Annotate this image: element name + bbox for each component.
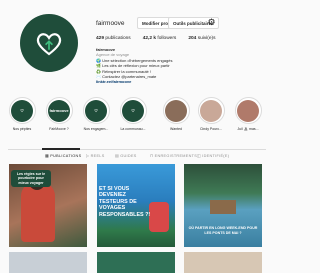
highlight-item[interactable]: fairmoove FairMoove ?	[42, 97, 76, 131]
post-caption: Les règles sur le pourboire pour mieux v…	[11, 170, 51, 188]
highlight-item[interactable]: ♡ Nos engagem...	[79, 97, 113, 131]
profile-bio: fairmoove Agence de voyage 🌍 Une sélecti…	[96, 47, 236, 85]
photo-thumbnail	[237, 99, 259, 122]
heart-icon: ♡	[85, 99, 107, 122]
post-tile[interactable]	[184, 252, 262, 273]
bio-link[interactable]: linktr.ee/fairmoove	[96, 79, 236, 84]
profile-username: fairmoove	[96, 20, 125, 27]
post-tile[interactable]: OÙ PARTIR EN LONG WEEK-END POUR LES PONT…	[184, 164, 262, 247]
post-tile[interactable]: Les règles sur le pourboire pour mieux v…	[9, 164, 87, 247]
highlight-item[interactable]: Juil 🏝 mas...	[231, 97, 265, 131]
highlight-badge: fairmoove	[48, 99, 70, 122]
guides-icon: ▤	[115, 154, 119, 158]
post-tile[interactable]	[97, 252, 175, 273]
post-caption: ET SI VOUS DEVENIEZ TESTEURS DE VOYAGES …	[99, 186, 151, 218]
highlight-item[interactable]: ♡ La communau...	[116, 97, 150, 131]
tab-guides[interactable]: ▤ GUIDES	[115, 153, 137, 158]
person-figure	[21, 182, 55, 242]
reels-icon: ▷	[86, 154, 90, 158]
bookmark-icon: ⊓	[150, 154, 154, 158]
tag-icon: ◫	[197, 154, 201, 158]
highlight-item[interactable]: ♡ Nos pépites	[5, 97, 39, 131]
photo-thumbnail	[200, 99, 222, 122]
profile-avatar[interactable]	[20, 14, 78, 72]
following-count[interactable]: 204 suivi(e)s	[188, 36, 215, 41]
settings-gear-icon[interactable]: ⚙	[206, 17, 217, 28]
active-tab-indicator	[42, 148, 80, 150]
post-tile[interactable]: ET SI VOUS DEVENIEZ TESTEURS DE VOYAGES …	[97, 164, 175, 247]
posts-count[interactable]: 429 publications	[96, 36, 131, 41]
heart-icon: ♡	[11, 99, 33, 122]
photo-thumbnail	[165, 99, 187, 122]
highlight-item[interactable]: Cindy Pourc...	[194, 97, 228, 131]
tab-saved[interactable]: ⊓ ENREGISTREMENTS	[150, 153, 197, 158]
heart-icon: ♡	[122, 99, 144, 122]
profile-stats: 429 publications 42,2 k followers 204 su…	[96, 36, 216, 41]
tab-publications[interactable]: ▦ PUBLICATIONS	[45, 153, 81, 158]
tab-tagged[interactable]: ◫ IDENTIFIÉ(E)	[197, 153, 229, 158]
cabin-shape	[210, 200, 236, 214]
post-caption: OÙ PARTIR EN LONG WEEK-END POUR LES PONT…	[188, 226, 258, 235]
tab-reels[interactable]: ▷ REELS	[86, 153, 105, 158]
grid-icon: ▦	[45, 154, 49, 158]
highlight-item[interactable]: Wanted	[159, 97, 193, 131]
person-figure	[149, 202, 169, 232]
followers-count[interactable]: 42,2 k followers	[143, 36, 177, 41]
post-tile[interactable]	[9, 252, 87, 273]
fairmoove-heart-logo	[36, 33, 62, 56]
